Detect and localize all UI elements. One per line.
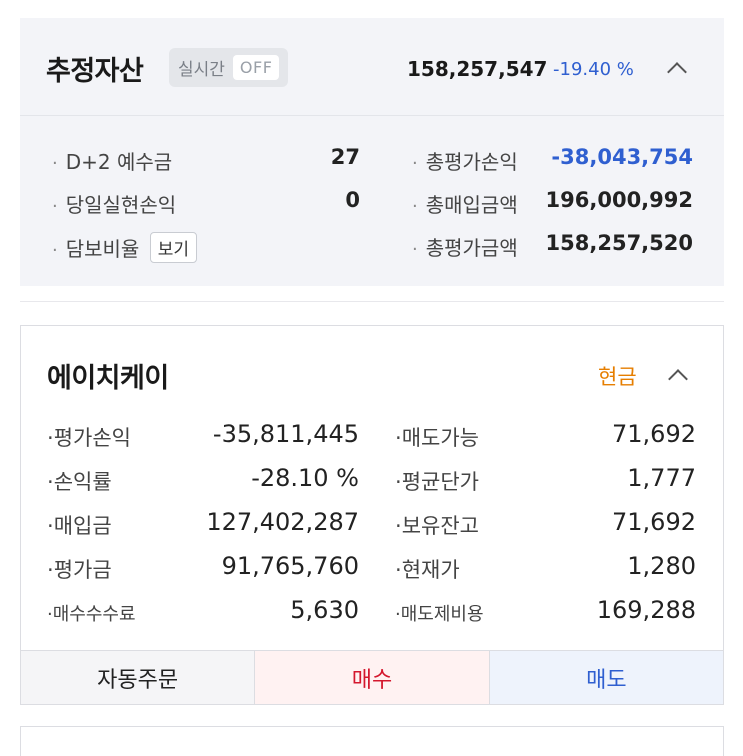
holding-avg-price-value: 1,777 bbox=[627, 464, 696, 492]
section-divider bbox=[20, 301, 724, 302]
bullet-icon: · bbox=[52, 153, 58, 174]
summary-row-total-buy-label: · 총매입금액 bbox=[412, 193, 518, 217]
holding-card: 에이치케이 현금 ·평가손익 -35,811,445 ·손익률 -28.10 %… bbox=[20, 325, 724, 705]
next-holding-card bbox=[20, 726, 724, 756]
holding-eval-amount-label: ·평가금 bbox=[47, 558, 112, 582]
chevron-up-icon[interactable] bbox=[668, 369, 688, 389]
bullet-icon: · bbox=[412, 239, 418, 260]
sell-button[interactable]: 매도 bbox=[489, 651, 723, 704]
holding-sellable-label: ·매도가능 bbox=[395, 426, 479, 450]
holding-rate-label: ·손익률 bbox=[47, 470, 112, 494]
bullet-icon: · bbox=[412, 196, 418, 217]
holding-eval-amount-value: 91,765,760 bbox=[221, 552, 359, 580]
auto-order-button[interactable]: 자동주문 bbox=[21, 651, 256, 704]
holding-balance-value: 71,692 bbox=[612, 508, 696, 536]
summary-row-total-pl-label: · 총평가손익 bbox=[412, 150, 518, 174]
total-asset-rate: -19.40 % bbox=[553, 59, 634, 80]
summary-row-total-eval-label: · 총평가금액 bbox=[412, 236, 518, 260]
realtime-label: 실시간 bbox=[178, 60, 225, 80]
holding-pl-label: ·평가손익 bbox=[47, 426, 131, 450]
holding-pl-value: -35,811,445 bbox=[212, 420, 359, 448]
summary-row-total-eval-value: 158,257,520 bbox=[545, 231, 693, 255]
asset-summary-header[interactable]: 추정자산 실시간 OFF 158,257,547 -19.40 % bbox=[20, 18, 724, 116]
total-asset-value: 158,257,547 bbox=[407, 57, 548, 81]
account-type-badge: 현금 bbox=[598, 365, 637, 389]
holding-sell-cost-value: 169,288 bbox=[596, 596, 696, 624]
asset-summary-panel: 추정자산 실시간 OFF 158,257,547 -19.40 % · D+2 예… bbox=[20, 18, 724, 286]
summary-row-deposit-label: · D+2 예수금 bbox=[52, 150, 173, 174]
holding-buy-amount-label: ·매입금 bbox=[47, 514, 112, 538]
summary-row-collateral-label: · 담보비율 보기 bbox=[52, 232, 197, 263]
buy-button[interactable]: 매수 bbox=[255, 651, 490, 704]
order-action-bar: 자동주문 매수 매도 bbox=[21, 650, 723, 704]
holding-current-price-value: 1,280 bbox=[627, 552, 696, 580]
bullet-icon: · bbox=[52, 196, 58, 217]
chevron-up-icon[interactable] bbox=[667, 62, 687, 82]
realtime-state: OFF bbox=[232, 55, 280, 80]
holding-buy-fee-label: ·매수수수료 bbox=[47, 604, 136, 625]
realtime-toggle[interactable]: 실시간 OFF bbox=[169, 48, 289, 87]
summary-row-deposit-value: 27 bbox=[330, 145, 360, 169]
summary-row-total-pl-value: -38,043,754 bbox=[551, 145, 693, 169]
holding-avg-price-label: ·평균단가 bbox=[395, 470, 479, 494]
holding-sellable-value: 71,692 bbox=[612, 420, 696, 448]
summary-row-total-buy-value: 196,000,992 bbox=[545, 188, 693, 212]
holding-current-price-label: ·현재가 bbox=[395, 558, 460, 582]
holding-sell-cost-label: ·매도제비용 bbox=[395, 604, 484, 625]
asset-summary-title: 추정자산 bbox=[46, 56, 144, 87]
holding-rate-value: -28.10 % bbox=[251, 464, 359, 492]
bullet-icon: · bbox=[412, 153, 418, 174]
holding-balance-label: ·보유잔고 bbox=[395, 514, 479, 538]
collateral-view-button[interactable]: 보기 bbox=[149, 232, 197, 263]
stock-name[interactable]: 에이치케이 bbox=[47, 356, 169, 395]
holding-buy-fee-value: 5,630 bbox=[290, 596, 359, 624]
holding-buy-amount-value: 127,402,287 bbox=[206, 508, 359, 536]
summary-row-realized-label: · 당일실현손익 bbox=[52, 193, 177, 217]
summary-row-realized-value: 0 bbox=[345, 188, 360, 212]
bullet-icon: · bbox=[52, 240, 58, 261]
